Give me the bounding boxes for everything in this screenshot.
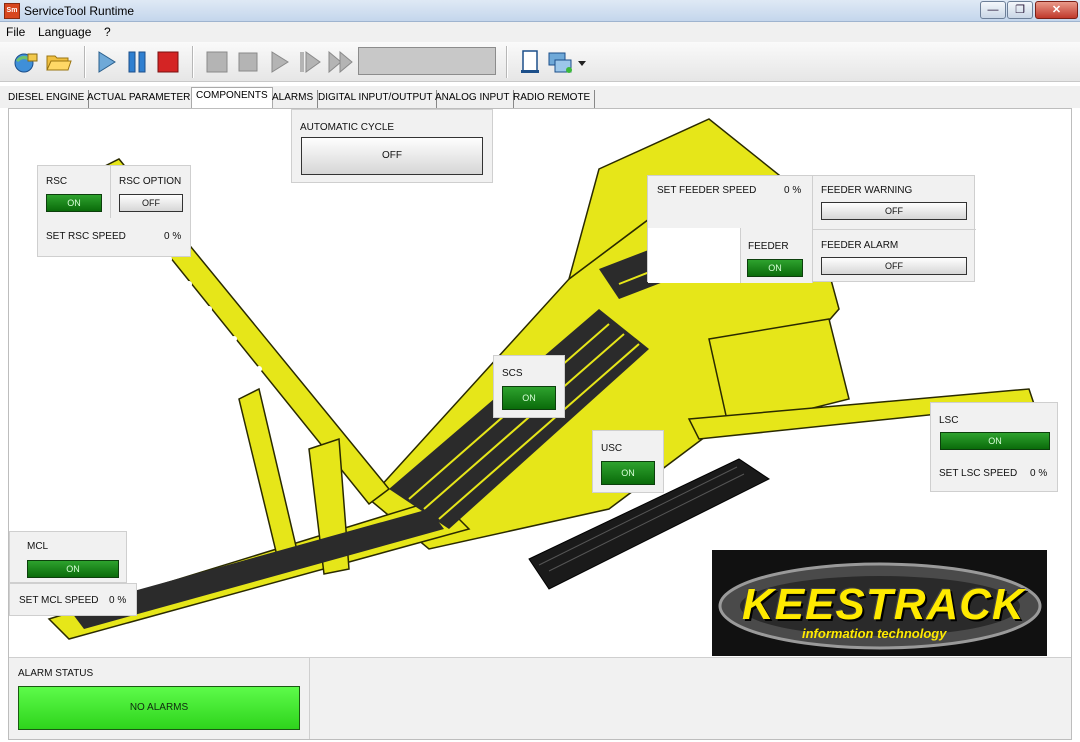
- feeder-label: FEEDER: [748, 241, 789, 252]
- rsc-option-label: RSC OPTION: [119, 176, 182, 187]
- divider: [110, 166, 111, 218]
- set-feeder-speed-label: SET FEEDER SPEED: [657, 185, 757, 196]
- tab-actual-parameters[interactable]: ACTUAL PARAMETERS: [83, 90, 203, 108]
- maximize-button[interactable]: ❐: [1007, 1, 1033, 19]
- set-lsc-speed-label: SET LSC SPEED: [939, 468, 1018, 479]
- toolbar-separator: [506, 46, 508, 78]
- minimize-button[interactable]: —: [980, 1, 1006, 19]
- tab-digital-input-output[interactable]: DIGITAL INPUT/OUTPUT: [314, 90, 438, 108]
- tab-analog-input[interactable]: ANALOG INPUT: [431, 90, 515, 108]
- close-button[interactable]: ✕: [1035, 1, 1078, 19]
- rsc-toggle[interactable]: ON: [46, 194, 102, 212]
- automatic-cycle-label: AUTOMATIC CYCLE: [300, 122, 395, 133]
- title-bar: Sm ServiceTool Runtime — ❐ ✕: [0, 0, 1080, 22]
- usc-panel: USC ON: [592, 430, 664, 493]
- stop-icon[interactable]: [154, 48, 182, 76]
- play-icon[interactable]: [92, 48, 120, 76]
- toolbar-separator: [84, 46, 86, 78]
- app-icon: Sm: [4, 3, 20, 19]
- toolbar-separator: [192, 46, 194, 78]
- rsc-label: RSC: [46, 176, 68, 187]
- pause-icon[interactable]: [123, 48, 151, 76]
- set-rsc-speed-label: SET RSC SPEED: [46, 231, 126, 242]
- document-icon[interactable]: [516, 48, 544, 76]
- divider: [812, 229, 976, 230]
- toolbar-status-field: [358, 47, 496, 75]
- mcl-panel: MCL ON: [9, 531, 127, 583]
- tab-bar: DIESEL ENGINE ACTUAL PARAMETERS COMPONEN…: [0, 86, 1080, 108]
- step-icon[interactable]: [296, 48, 324, 76]
- tab-radio-remote[interactable]: RADIO REMOTE: [509, 90, 596, 108]
- folder-open-icon[interactable]: [44, 48, 72, 76]
- scs-label: SCS: [502, 368, 523, 379]
- rsc-panel: RSC ON RSC OPTION OFF SET RSC SPEED 0 %: [37, 165, 191, 257]
- menu-language[interactable]: Language: [38, 25, 91, 39]
- mcl-speed-panel: SET MCL SPEED 0 %: [9, 583, 137, 616]
- scs-toggle[interactable]: ON: [502, 386, 556, 410]
- toolbar: [0, 42, 1080, 82]
- set-mcl-speed-label: SET MCL SPEED: [19, 595, 99, 606]
- usc-toggle[interactable]: ON: [601, 461, 655, 485]
- lsc-panel: LSC ON SET LSC SPEED 0 %: [930, 402, 1058, 492]
- keestrack-logo: KEESTRACK information technology: [712, 550, 1047, 656]
- set-feeder-speed-value: 0 %: [784, 185, 802, 196]
- logo-tagline: information technology: [802, 626, 947, 641]
- divider: [309, 658, 310, 739]
- menu-file[interactable]: File: [6, 25, 25, 39]
- alarm-status-label: ALARM STATUS: [18, 668, 94, 679]
- feeder-warning-label: FEEDER WARNING: [821, 185, 913, 196]
- feeder-warning-toggle[interactable]: OFF: [821, 202, 967, 220]
- play-gray-icon[interactable]: [265, 48, 293, 76]
- set-rsc-speed-value: 0 %: [164, 231, 182, 242]
- window-title: ServiceTool Runtime: [24, 4, 135, 18]
- mcl-toggle[interactable]: ON: [27, 560, 119, 578]
- alarm-status-area: ALARM STATUS NO ALARMS: [9, 657, 1071, 739]
- record-icon[interactable]: [203, 48, 231, 76]
- menu-bar: File Language ?: [0, 22, 1080, 42]
- feeder-alarm-toggle[interactable]: OFF: [821, 257, 967, 275]
- scs-panel: SCS ON: [493, 355, 565, 418]
- logo-brand-text: KEESTRACK: [742, 580, 1025, 629]
- feeder-panel: SET FEEDER SPEED 0 % FEEDER ON FEEDER WA…: [647, 175, 976, 283]
- lsc-label: LSC: [939, 415, 959, 426]
- menu-help[interactable]: ?: [104, 25, 111, 39]
- connect-icon[interactable]: [12, 48, 40, 76]
- lsc-toggle[interactable]: ON: [940, 432, 1050, 450]
- set-lsc-speed-value: 0 %: [1030, 468, 1048, 479]
- alarm-status-indicator: NO ALARMS: [18, 686, 300, 730]
- automatic-cycle-button[interactable]: OFF: [301, 137, 483, 175]
- stop-gray-icon[interactable]: [234, 48, 262, 76]
- dropdown-arrow-icon[interactable]: [576, 48, 588, 76]
- feeder-cell: FEEDER ON: [740, 228, 812, 283]
- tab-components[interactable]: COMPONENTS: [191, 87, 273, 108]
- rsc-option-toggle[interactable]: OFF: [119, 194, 183, 212]
- feeder-alarm-label: FEEDER ALARM: [821, 240, 899, 251]
- network-icon[interactable]: [546, 48, 574, 76]
- usc-label: USC: [601, 443, 623, 454]
- tab-alarms[interactable]: ALARMS: [268, 90, 319, 108]
- automatic-cycle-panel: AUTOMATIC CYCLE OFF: [291, 109, 493, 183]
- set-mcl-speed-value: 0 %: [109, 595, 127, 606]
- feeder-toggle[interactable]: ON: [747, 259, 803, 277]
- fast-forward-icon[interactable]: [327, 48, 355, 76]
- tab-diesel-engine[interactable]: DIESEL ENGINE: [4, 90, 90, 108]
- mcl-label: MCL: [27, 541, 49, 552]
- components-panel: AUTOMATIC CYCLE OFF RSC ON RSC OPTION OF…: [8, 108, 1072, 740]
